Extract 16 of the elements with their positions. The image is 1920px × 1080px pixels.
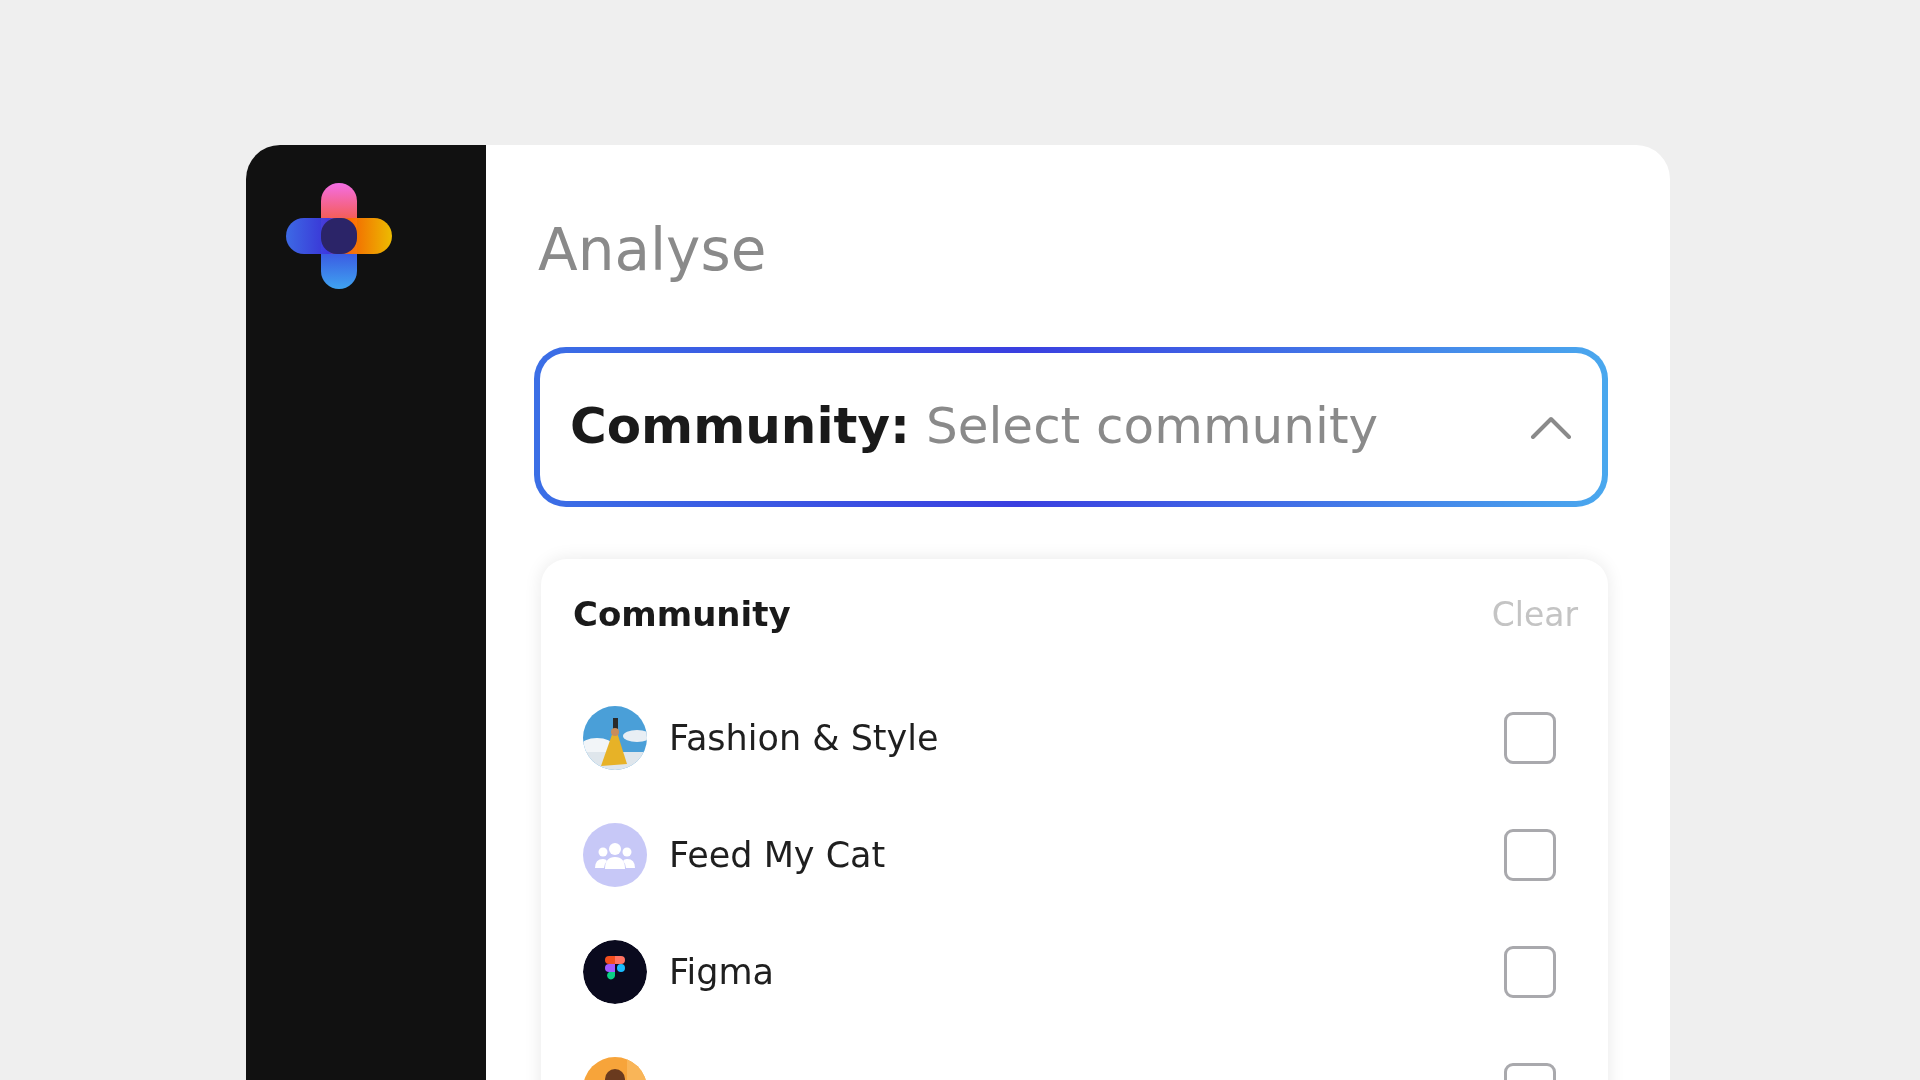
list-item[interactable]: Figma bbox=[573, 913, 1578, 1031]
checkbox[interactable] bbox=[1504, 946, 1556, 999]
item-label: Fashion & Style bbox=[669, 717, 940, 761]
list-item[interactable]: Fashion & Style bbox=[573, 679, 1578, 797]
page-title: Analyse bbox=[538, 219, 768, 283]
item-label: Feed My Cat bbox=[669, 834, 887, 878]
select-text: Community: Select community bbox=[570, 396, 1380, 458]
caret-icon bbox=[1530, 414, 1572, 439]
select-field[interactable]: Community: Select community bbox=[534, 346, 1608, 507]
list-item[interactable]: Feed My Cat bbox=[573, 796, 1578, 914]
checkbox[interactable] bbox=[1504, 712, 1556, 765]
dropdown-heading: Community bbox=[573, 592, 791, 636]
logo-icon bbox=[286, 183, 392, 289]
item-label: Figma bbox=[669, 951, 776, 995]
checkbox[interactable] bbox=[1504, 829, 1556, 882]
shapes-icon bbox=[583, 940, 647, 1005]
